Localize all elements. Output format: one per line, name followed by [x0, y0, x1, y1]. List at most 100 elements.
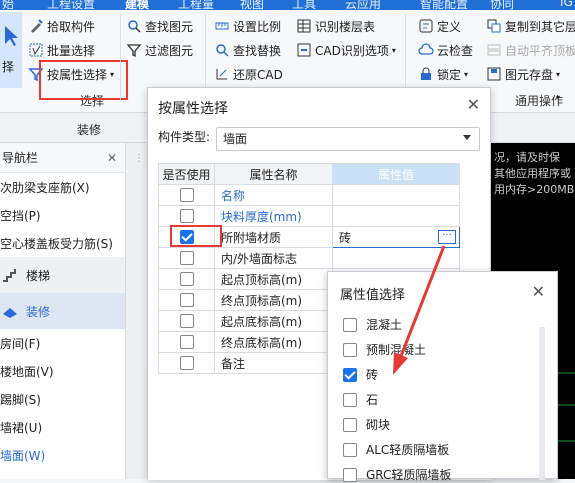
nav-item[interactable]: 空心楼盖板受力筋(S): [0, 229, 125, 257]
use-checkbox[interactable]: [179, 272, 194, 287]
use-cell: [158, 331, 215, 353]
option-checkbox[interactable]: [343, 417, 357, 432]
nav-category-stairs[interactable]: 楼梯: [0, 257, 125, 293]
table-row[interactable]: 块料厚度(mm): [158, 205, 460, 227]
nav-item-label: 楼地面(V): [0, 364, 54, 379]
nav-item[interactable]: 踢脚(S): [0, 385, 125, 413]
option-item[interactable]: 混凝土: [343, 316, 402, 333]
nav-item-wall-surface[interactable]: 墙面(W): [0, 441, 125, 469]
chevron-down-icon: ▾: [556, 69, 561, 79]
attribute-name: 终点底标高(m): [214, 331, 333, 353]
tab-project-settings[interactable]: 工程设置: [47, 0, 95, 10]
use-checkbox[interactable]: [179, 293, 194, 308]
option-checkbox[interactable]: [343, 342, 357, 357]
use-checkbox[interactable]: [179, 314, 194, 329]
nav-item-label: 房间(F): [0, 336, 41, 351]
restore-cad-button[interactable]: 还原CAD: [214, 64, 283, 84]
batch-label: 批量选择: [47, 43, 96, 58]
nav-item[interactable]: 空挡(P): [0, 201, 125, 229]
attribute-name: 块料厚度(mm): [214, 205, 333, 227]
canvas-warning-line: 用内存>200MB: [494, 183, 575, 196]
use-checkbox[interactable]: [179, 335, 194, 350]
find-replace-label: 查找替换: [233, 43, 282, 58]
option-checkbox[interactable]: [343, 442, 357, 457]
restore-icon: [214, 66, 230, 82]
find-element-button[interactable]: 查找图元: [126, 16, 193, 36]
option-item[interactable]: 预制混凝土: [343, 341, 426, 358]
nav-item-label: 墙裙(U): [0, 420, 43, 435]
find-replace-button[interactable]: 查找替换: [214, 40, 281, 60]
set-scale-button[interactable]: 设置比例: [214, 16, 281, 36]
cad-options-button[interactable]: CAD识别选项 ▾: [296, 40, 396, 60]
nav-category-label: 装修: [26, 304, 51, 319]
attribute-name: 备注: [214, 352, 333, 374]
tab-cloud[interactable]: 云应用: [345, 0, 381, 10]
define-button[interactable]: 定义: [418, 16, 461, 36]
close-icon[interactable]: ✕: [107, 151, 117, 165]
attribute-value[interactable]: 砖 ···: [332, 226, 460, 248]
cad-options-icon: [296, 42, 312, 58]
element-store-button[interactable]: 图元存盘 ▾: [486, 64, 560, 84]
option-checkbox[interactable]: [343, 392, 357, 407]
more-options-icon[interactable]: ···: [438, 230, 456, 244]
define-icon: [418, 18, 434, 34]
option-item[interactable]: ALC轻质隔墙板: [343, 441, 449, 458]
table-row[interactable]: 内/外墙面标志: [158, 247, 460, 269]
use-cell: [158, 268, 215, 290]
table-header-row: 是否使用 属性名称 属性值: [158, 163, 460, 185]
option-label: 预制混凝土: [366, 343, 427, 357]
use-checkbox[interactable]: [179, 209, 194, 224]
table-row[interactable]: 名称: [158, 184, 460, 206]
nav-item[interactable]: 墙裙(U): [0, 413, 125, 441]
nav-item[interactable]: 次肋梁支座筋(X): [0, 173, 125, 201]
option-item[interactable]: 砖: [343, 366, 378, 383]
use-checkbox[interactable]: [179, 188, 194, 203]
attribute-value[interactable]: [332, 184, 460, 206]
close-icon[interactable]: ✕: [532, 282, 545, 301]
tab-tools[interactable]: 工具: [292, 0, 316, 10]
option-checkbox[interactable]: [343, 317, 357, 332]
use-cell: [158, 352, 215, 374]
attribute-value[interactable]: [332, 205, 460, 227]
chevron-down-icon[interactable]: ▾: [556, 93, 560, 102]
attribute-value-dialog: 属性值选择 ✕ 混凝土 预制混凝土砖石砌块 ALC轻质隔墙板 GRC轻质隔墙板: [327, 271, 558, 482]
nav-category-decoration[interactable]: 装修: [0, 293, 125, 329]
option-checkbox[interactable]: [343, 367, 357, 382]
select-big-button[interactable]: 择: [0, 12, 22, 88]
use-checkbox[interactable]: [179, 356, 194, 371]
tab-ig[interactable]: IG: [560, 0, 573, 9]
option-item[interactable]: 石: [343, 391, 378, 408]
auto-align-top-button[interactable]: 自动平齐顶板: [486, 40, 575, 60]
batch-select-button[interactable]: 批量选择: [28, 40, 95, 60]
option-item[interactable]: GRC轻质隔墙板: [343, 466, 451, 483]
tab-modeling[interactable]: 建模: [125, 0, 149, 10]
pick-component-button[interactable]: 拾取构件: [28, 16, 95, 36]
tab-quantity[interactable]: 工程量: [178, 0, 214, 10]
grip-icon[interactable]: ⋮: [134, 153, 144, 164]
identify-floor-table-button[interactable]: 识别楼层表: [296, 16, 375, 36]
attribute-value-text: 砖: [339, 230, 352, 245]
lock-button[interactable]: 锁定 ▾: [418, 64, 468, 84]
canvas-warning-line: 其他应用程序或: [494, 167, 571, 180]
scale-label: 设置比例: [233, 19, 282, 34]
side-toolbar-strip: ⋮: [126, 143, 148, 479]
decoration-icon: [2, 304, 18, 318]
close-icon[interactable]: ✕: [467, 95, 480, 114]
nav-item[interactable]: 房间(F): [0, 329, 125, 357]
nav-item[interactable]: 楼地面(V): [0, 357, 125, 385]
cloud-check-button[interactable]: 云检查: [418, 40, 473, 60]
scrollbar[interactable]: [539, 327, 545, 480]
copy-to-other-floor-button[interactable]: 复制到其它层: [486, 16, 575, 36]
tab-start[interactable]: 始: [2, 0, 14, 10]
attribute-value[interactable]: [332, 247, 460, 269]
filter-element-button[interactable]: 过滤图元: [126, 40, 193, 60]
tab-collab[interactable]: 协同: [490, 0, 514, 10]
component-type-select[interactable]: 墙面: [216, 127, 480, 151]
use-checkbox[interactable]: [179, 251, 194, 266]
chevron-down-icon: ▾: [464, 69, 469, 79]
auto-align-label: 自动平齐顶板: [505, 43, 575, 58]
tab-view[interactable]: 视图: [240, 0, 264, 10]
tab-smart[interactable]: 智能配置: [420, 0, 468, 10]
option-checkbox[interactable]: [343, 467, 357, 482]
option-item[interactable]: 砌块: [343, 416, 390, 433]
